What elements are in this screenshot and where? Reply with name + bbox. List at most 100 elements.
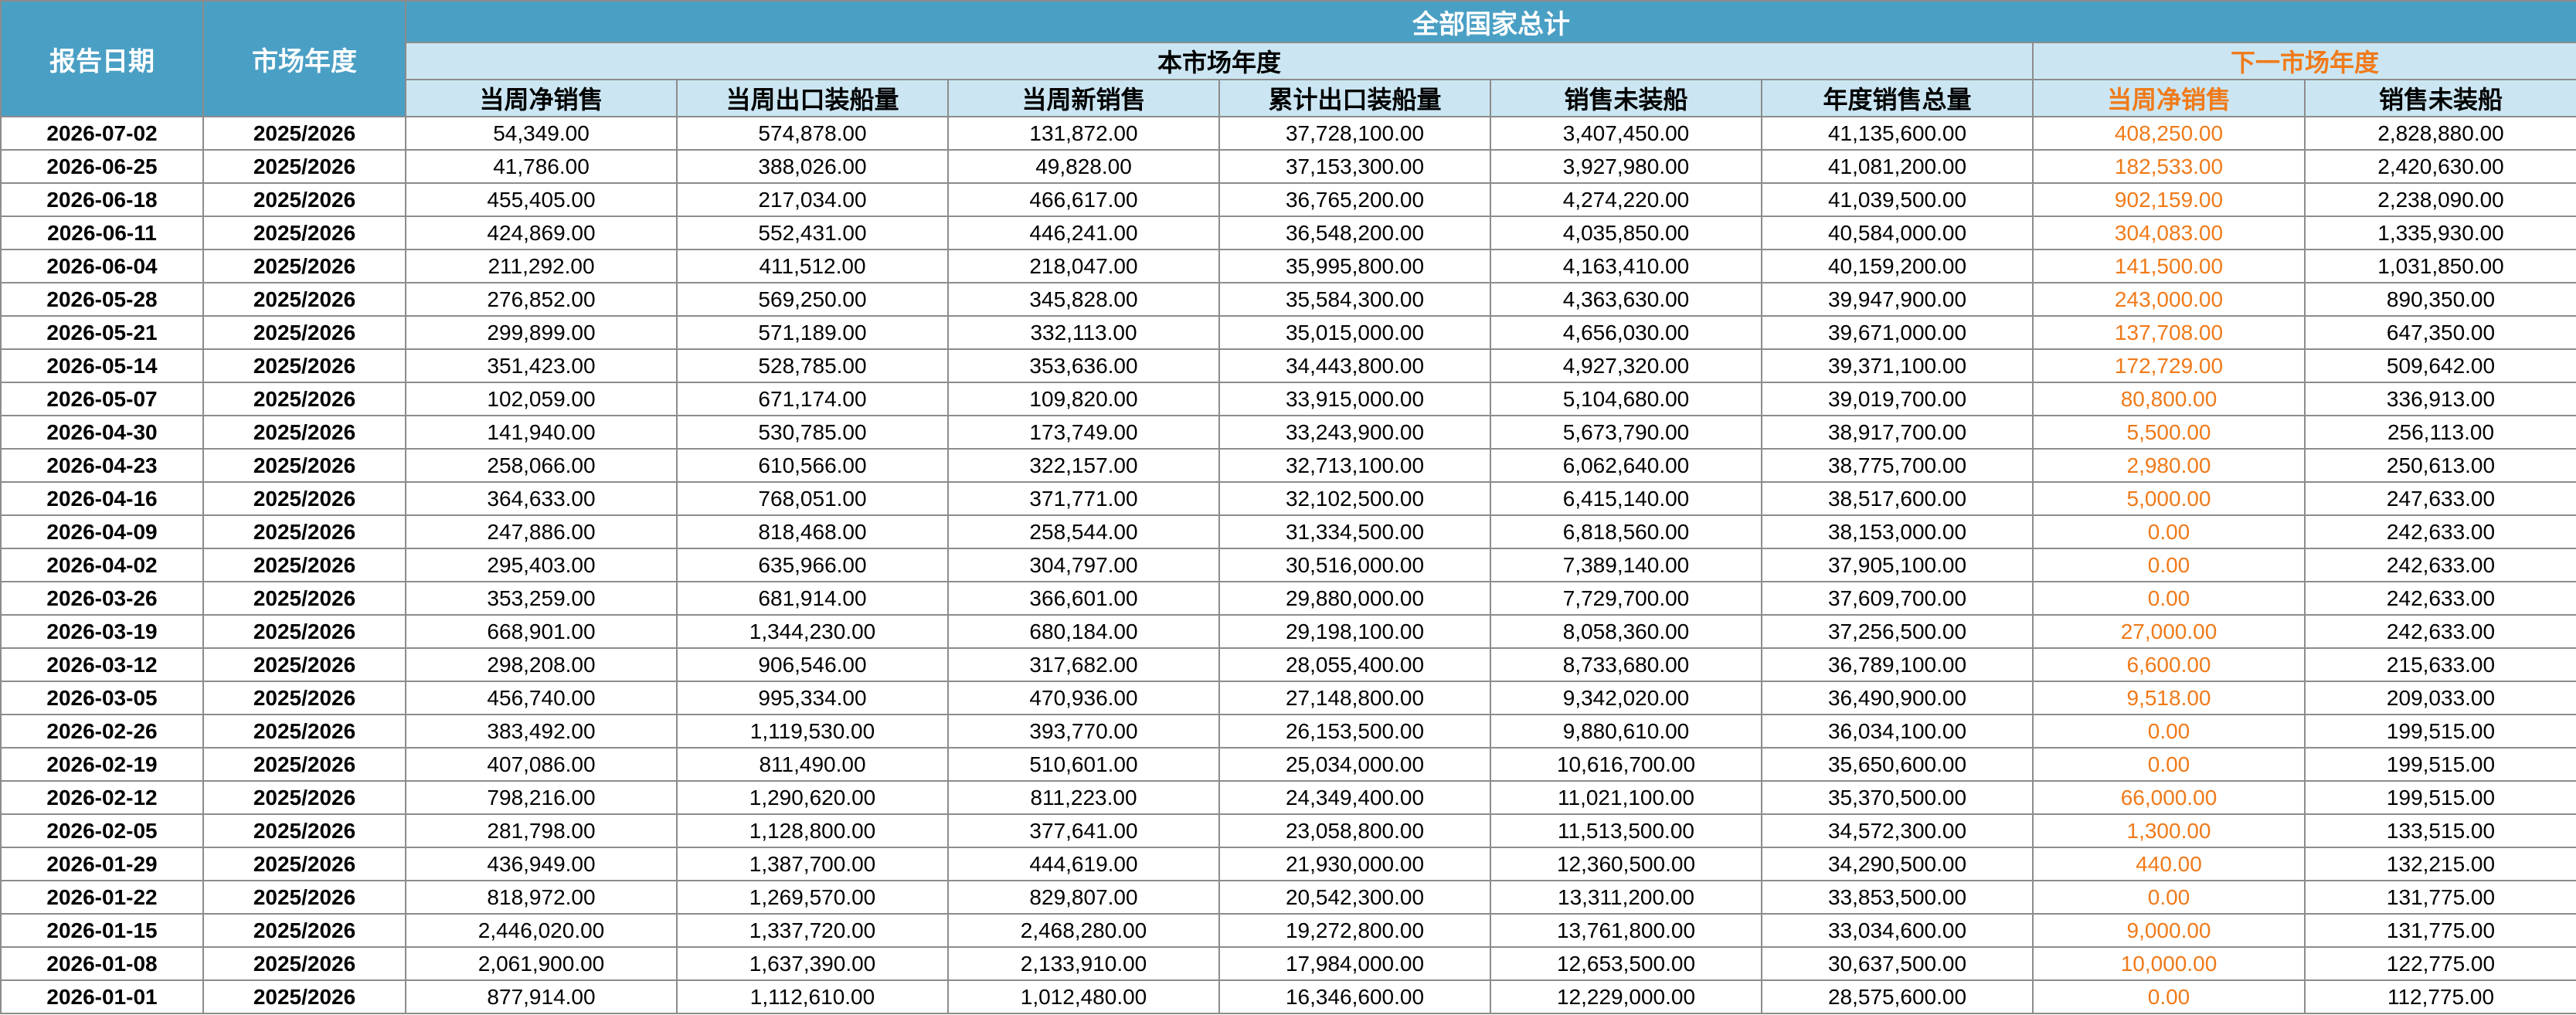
table-cell: 17,984,000.00	[1218, 946, 1491, 981]
table-row: 2026-01-22 2025/2026 818,972.00 1,269,570.0…	[0, 880, 2576, 915]
table-cell: 304,083.00	[2032, 216, 2306, 250]
table-body: 2026-07-02 2025/2026 54,349.00 574,878.00 13…	[0, 116, 2576, 1014]
cell-date: 2026-03-19	[0, 614, 204, 649]
table-row: 2026-03-12 2025/2026 298,208.00 906,546.00 3…	[0, 647, 2576, 682]
table-row: 2026-05-14 2025/2026 351,423.00 528,785.00 3…	[0, 348, 2576, 383]
col-weekly-exports: 当周出口装船量	[676, 79, 949, 117]
table-cell: 27,000.00	[2032, 614, 2306, 649]
table-cell: 2,446,020.00	[405, 913, 678, 948]
table-cell: 137,708.00	[2032, 315, 2306, 350]
table-cell: 25,034,000.00	[1218, 747, 1491, 782]
cell-date: 2026-03-05	[0, 681, 204, 715]
table-cell: 39,947,900.00	[1761, 282, 2034, 317]
table-row: 2026-04-23 2025/2026 258,066.00 610,566.00 3…	[0, 448, 2576, 483]
table-row: 2026-01-29 2025/2026 436,949.00 1,387,700.0…	[0, 847, 2576, 881]
table-cell: 635,966.00	[676, 548, 949, 582]
table-cell: 371,771.00	[947, 481, 1220, 516]
cell-date: 2026-06-25	[0, 149, 204, 184]
table-cell: 250,613.00	[2304, 448, 2576, 483]
table-cell: 2,828,880.00	[2304, 116, 2576, 151]
table-cell: 4,656,030.00	[1490, 315, 1762, 350]
table-cell: 242,633.00	[2304, 614, 2576, 649]
table-row: 2026-03-26 2025/2026 353,259.00 681,914.00 3…	[0, 581, 2576, 616]
table-cell: 470,936.00	[947, 681, 1220, 715]
table-cell: 1,337,720.00	[676, 913, 949, 948]
table-row: 2026-05-07 2025/2026 102,059.00 671,174.00 1…	[0, 382, 2576, 416]
table-cell: 5,500.00	[2032, 415, 2306, 450]
table-cell: 383,492.00	[405, 714, 678, 749]
header-market-year: 市场年度	[202, 0, 406, 117]
table-cell: 1,031,850.00	[2304, 249, 2576, 283]
cell-date: 2026-03-12	[0, 647, 204, 682]
table-cell: 26,153,500.00	[1218, 714, 1491, 749]
table-cell: 218,047.00	[947, 249, 1220, 283]
table-cell: 7,389,140.00	[1490, 548, 1762, 582]
table-cell: 11,021,100.00	[1490, 780, 1762, 815]
table-cell: 37,153,300.00	[1218, 149, 1491, 184]
table-cell: 298,208.00	[405, 647, 678, 682]
cell-market-year: 2025/2026	[202, 714, 406, 749]
table-cell: 38,917,700.00	[1761, 415, 2034, 450]
table-cell: 40,584,000.00	[1761, 216, 2034, 250]
table-cell: 247,633.00	[2304, 481, 2576, 516]
table-cell: 13,761,800.00	[1490, 913, 1762, 948]
cell-market-year: 2025/2026	[202, 946, 406, 981]
table-cell: 35,995,800.00	[1218, 249, 1491, 283]
table-cell: 1,300.00	[2032, 813, 2306, 848]
header-all-countries: 全部国家总计	[405, 0, 2576, 43]
table-cell: 242,633.00	[2304, 514, 2576, 549]
table-cell: 571,189.00	[676, 315, 949, 350]
table-cell: 818,468.00	[676, 514, 949, 549]
table-cell: 811,223.00	[947, 780, 1220, 815]
table-row: 2026-07-02 2025/2026 54,349.00 574,878.00 13…	[0, 116, 2576, 151]
table-cell: 37,728,100.00	[1218, 116, 1491, 151]
table-cell: 509,642.00	[2304, 348, 2576, 383]
cell-date: 2026-07-02	[0, 116, 204, 151]
table-cell: 2,420,630.00	[2304, 149, 2576, 184]
cell-date: 2026-05-07	[0, 382, 204, 416]
table-cell: 6,062,640.00	[1490, 448, 1762, 483]
table-cell: 6,818,560.00	[1490, 514, 1762, 549]
table-row: 2026-06-18 2025/2026 455,405.00 217,034.00 4…	[0, 182, 2576, 217]
cell-market-year: 2025/2026	[202, 315, 406, 350]
table-cell: 242,633.00	[2304, 548, 2576, 582]
table-cell: 1,112,610.00	[676, 979, 949, 1014]
table-cell: 27,148,800.00	[1218, 681, 1491, 715]
table-cell: 11,513,500.00	[1490, 813, 1762, 848]
table-cell: 211,292.00	[405, 249, 678, 283]
table-cell: 456,740.00	[405, 681, 678, 715]
table-cell: 35,015,000.00	[1218, 315, 1491, 350]
table-cell: 12,229,000.00	[1490, 979, 1762, 1014]
table-cell: 8,058,360.00	[1490, 614, 1762, 649]
table-cell: 4,274,220.00	[1490, 182, 1762, 217]
table-cell: 388,026.00	[676, 149, 949, 184]
table-cell: 30,637,500.00	[1761, 946, 2034, 981]
table-cell: 4,927,320.00	[1490, 348, 1762, 383]
table-cell: 4,035,850.00	[1490, 216, 1762, 250]
table-cell: 0.00	[2032, 714, 2306, 749]
table-cell: 336,913.00	[2304, 382, 2576, 416]
table-row: 2026-02-26 2025/2026 383,492.00 1,119,530.0…	[0, 714, 2576, 749]
cell-date: 2026-02-12	[0, 780, 204, 815]
table-row: 2026-06-04 2025/2026 211,292.00 411,512.00 2…	[0, 249, 2576, 283]
table-cell: 132,215.00	[2304, 847, 2576, 881]
table-cell: 20,542,300.00	[1218, 880, 1491, 915]
table-cell: 1,290,620.00	[676, 780, 949, 815]
table-cell: 199,515.00	[2304, 747, 2576, 782]
table-cell: 552,431.00	[676, 216, 949, 250]
table-cell: 258,544.00	[947, 514, 1220, 549]
table-cell: 66,000.00	[2032, 780, 2306, 815]
table-cell: 24,349,400.00	[1218, 780, 1491, 815]
table-cell: 37,256,500.00	[1761, 614, 2034, 649]
cell-date: 2026-01-08	[0, 946, 204, 981]
cell-market-year: 2025/2026	[202, 581, 406, 616]
table-cell: 31,334,500.00	[1218, 514, 1491, 549]
table-cell: 0.00	[2032, 548, 2306, 582]
table-cell: 247,886.00	[405, 514, 678, 549]
table-cell: 215,633.00	[2304, 647, 2576, 682]
cell-market-year: 2025/2026	[202, 614, 406, 649]
table-cell: 33,243,900.00	[1218, 415, 1491, 450]
cell-market-year: 2025/2026	[202, 747, 406, 782]
cell-date: 2026-04-09	[0, 514, 204, 549]
table-cell: 109,820.00	[947, 382, 1220, 416]
